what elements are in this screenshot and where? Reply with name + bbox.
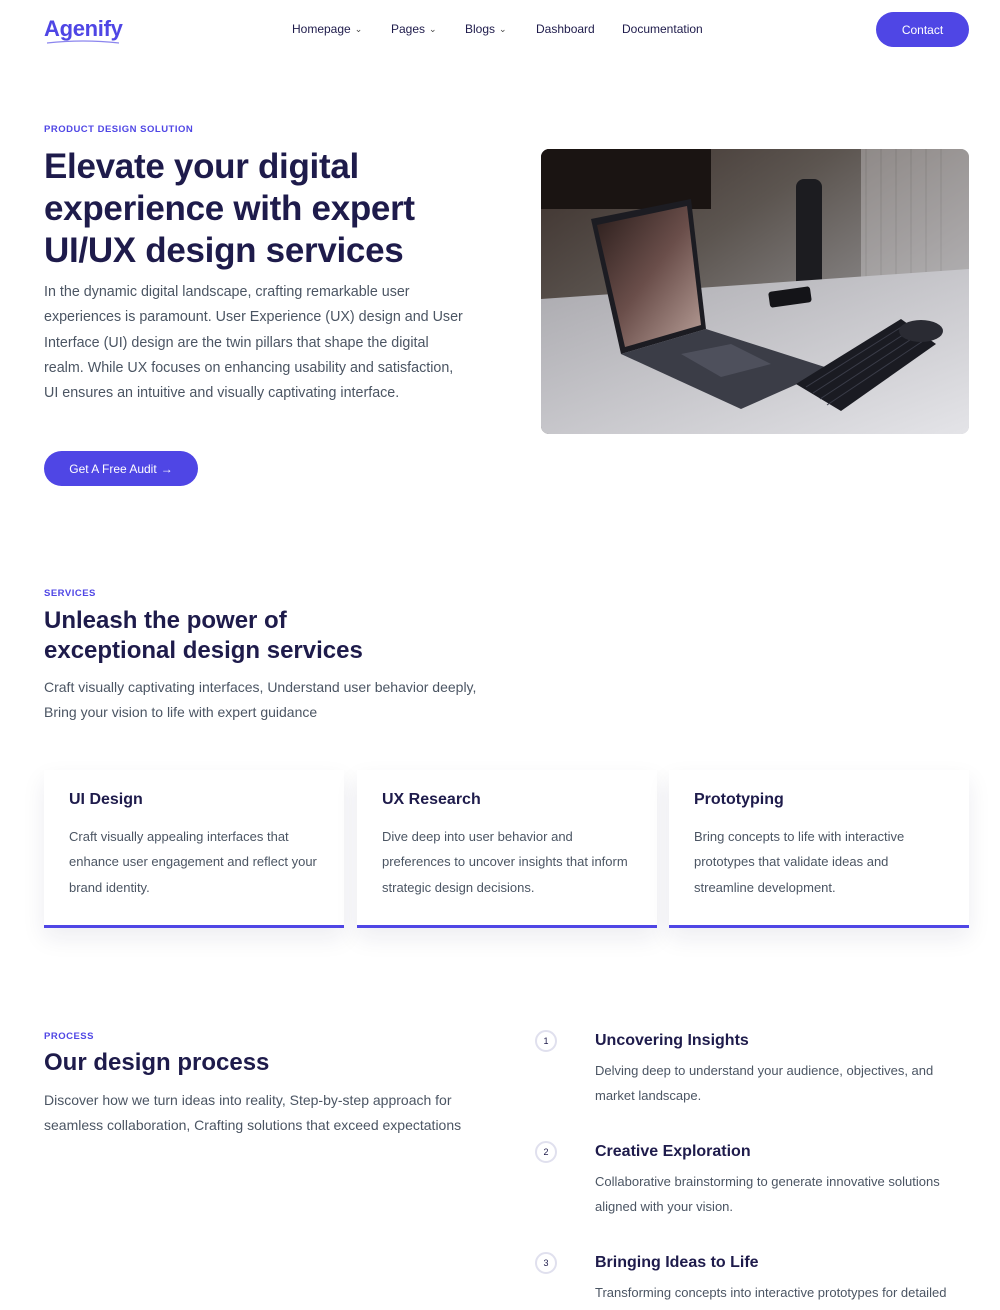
step-number-1: 1 [535,1030,557,1052]
step-text: Delving deep to understand your audience… [595,1063,934,1104]
chevron-down-icon: ⌄ [354,24,363,34]
logo-swoosh-icon [46,40,120,44]
nav-blogs[interactable]: Blogs ⌄ [465,22,536,36]
process-eyebrow: PROCESS [44,1031,94,1042]
nav-homepage[interactable]: Homepage ⌄ [292,22,391,36]
service-card-text: Bring concepts to life with interactive … [694,829,905,895]
chevron-down-icon: ⌄ [429,24,437,34]
step-title: Bringing Ideas to Life [595,1254,759,1271]
process-title: Our design process [44,1049,270,1076]
nav-pages-label: Pages [391,22,426,36]
service-card-text: Craft visually appealing interfaces that… [69,829,317,895]
services-description-line2: Bring your vision to life with expert gu… [44,704,318,721]
service-card-text: Dive deep into user behavior and prefere… [382,829,628,895]
step-number-3: 3 [535,1252,557,1274]
hero-title: Elevate your digital experience with exp… [44,147,415,270]
service-card-ui-design[interactable]: UI Design Craft visually appealing inter… [44,770,344,928]
service-card-title: UI Design [69,791,143,808]
nav-dashboard[interactable]: Dashboard [536,22,622,36]
nav-documentation[interactable]: Documentation [622,22,703,36]
services-title-line1: Unleash the power of [44,607,287,634]
step-title: Creative Exploration [595,1143,751,1160]
main-nav: Homepage ⌄ Pages ⌄ Blogs ⌄ Dashboard Doc… [292,22,703,36]
nav-blogs-label: Blogs [465,22,496,36]
services-description-line1: Craft visually captivating interfaces, U… [44,679,477,695]
service-card-prototyping[interactable]: Prototyping Bring concepts to life with … [669,770,969,928]
step-text: Collaborative brainstorming to generate … [595,1174,940,1215]
laptop-desk-photo [541,149,969,434]
services-title: Unleash the power of exceptional design … [44,606,363,666]
step-text: Transforming concepts into interactive p… [595,1285,947,1300]
hero-image [541,149,969,434]
chevron-down-icon: ⌄ [499,24,507,34]
hero-description: In the dynamic digital landscape, crafti… [44,284,463,402]
free-audit-button[interactable]: Get A Free Audit → [44,451,198,486]
nav-homepage-label: Homepage [292,22,351,36]
service-card-title: Prototyping [694,791,784,808]
services-eyebrow: SERVICES [44,588,96,599]
service-card-title: UX Research [382,791,481,808]
nav-pages[interactable]: Pages ⌄ [391,22,465,36]
services-title-line2: exceptional design services [44,637,363,664]
nav-dashboard-label: Dashboard [536,22,595,36]
contact-button[interactable]: Contact [876,12,969,47]
arrow-right-icon: → [160,461,173,476]
step-number-2: 2 [535,1141,557,1163]
hero-eyebrow: PRODUCT DESIGN SOLUTION [44,124,194,135]
services-description: Craft visually captivating interfaces, U… [44,675,476,726]
service-card-ux-research[interactable]: UX Research Dive deep into user behavior… [357,770,657,928]
step-title: Uncovering Insights [595,1032,749,1049]
process-description: Discover how we turn ideas into reality,… [44,1092,462,1134]
nav-documentation-label: Documentation [622,22,703,36]
free-audit-label: Get A Free Audit [69,461,157,476]
